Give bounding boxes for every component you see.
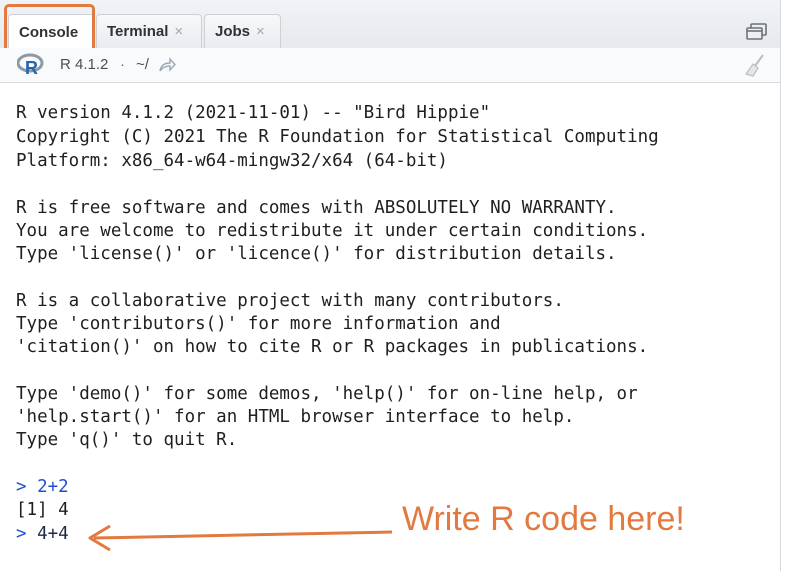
tab-jobs-close-icon[interactable]: ×	[256, 23, 265, 40]
working-directory[interactable]: ~/	[136, 56, 149, 73]
tab-jobs-label: Jobs	[215, 23, 251, 40]
console-line: Type 'demo()' for some demos, 'help()' f…	[16, 384, 638, 404]
svg-text:R: R	[25, 58, 38, 77]
console-line: Type 'license()' or 'licence()' for dist…	[16, 244, 617, 264]
tab-bar: Console Terminal × Jobs ×	[0, 0, 780, 49]
tab-terminal[interactable]: Terminal ×	[96, 14, 202, 48]
console-line: Copyright (C) 2021 The R Foundation for …	[16, 127, 659, 147]
console-command-line: > 2+2	[16, 476, 69, 498]
console-line: 'help.start()' for an HTML browser inter…	[16, 407, 575, 427]
tab-terminal-close-icon[interactable]: ×	[174, 23, 183, 40]
broom-icon[interactable]	[744, 53, 766, 77]
console-line: You are welcome to redistribute it under…	[16, 221, 649, 241]
r-version-label: R 4.1.2	[60, 56, 109, 73]
r-logo-icon: R	[17, 53, 44, 77]
console-line: Type 'q()' to quit R.	[16, 430, 238, 450]
console-line: R is a collaborative project with many c…	[16, 291, 564, 311]
console-line: Platform: x86_64-w64-mingw32/x64 (64-bit…	[16, 151, 448, 171]
console-tab-highlight	[4, 4, 95, 54]
console-command: 2+2	[37, 477, 69, 497]
console-input-line[interactable]: > 4+4	[16, 523, 69, 545]
console-result-line: [1] 4	[16, 500, 69, 520]
annotation-text: Write R code here!	[402, 500, 685, 538]
maximize-icon[interactable]	[745, 22, 769, 42]
console-output[interactable]: R version 4.1.2 (2021-11-01) -- "Bird Hi…	[0, 83, 780, 571]
console-current-input[interactable]: 4+4	[37, 524, 69, 544]
toolbar-separator: ·	[120, 56, 125, 73]
share-arrow-icon[interactable]	[158, 57, 176, 73]
console-line: R version 4.1.2 (2021-11-01) -- "Bird Hi…	[16, 103, 491, 123]
tab-jobs[interactable]: Jobs ×	[204, 14, 281, 48]
console-prompt: >	[16, 524, 27, 544]
console-line: R is free software and comes with ABSOLU…	[16, 198, 617, 218]
console-prompt: >	[16, 477, 27, 497]
console-pane: Console Terminal × Jobs × R R 4.1.2 · ~/…	[0, 0, 781, 571]
annotation-arrow	[88, 524, 393, 552]
tab-terminal-label: Terminal	[107, 23, 169, 40]
console-line: Type 'contributors()' for more informati…	[16, 314, 501, 334]
console-line: 'citation()' on how to cite R or R packa…	[16, 337, 649, 357]
console-toolbar	[0, 48, 780, 83]
